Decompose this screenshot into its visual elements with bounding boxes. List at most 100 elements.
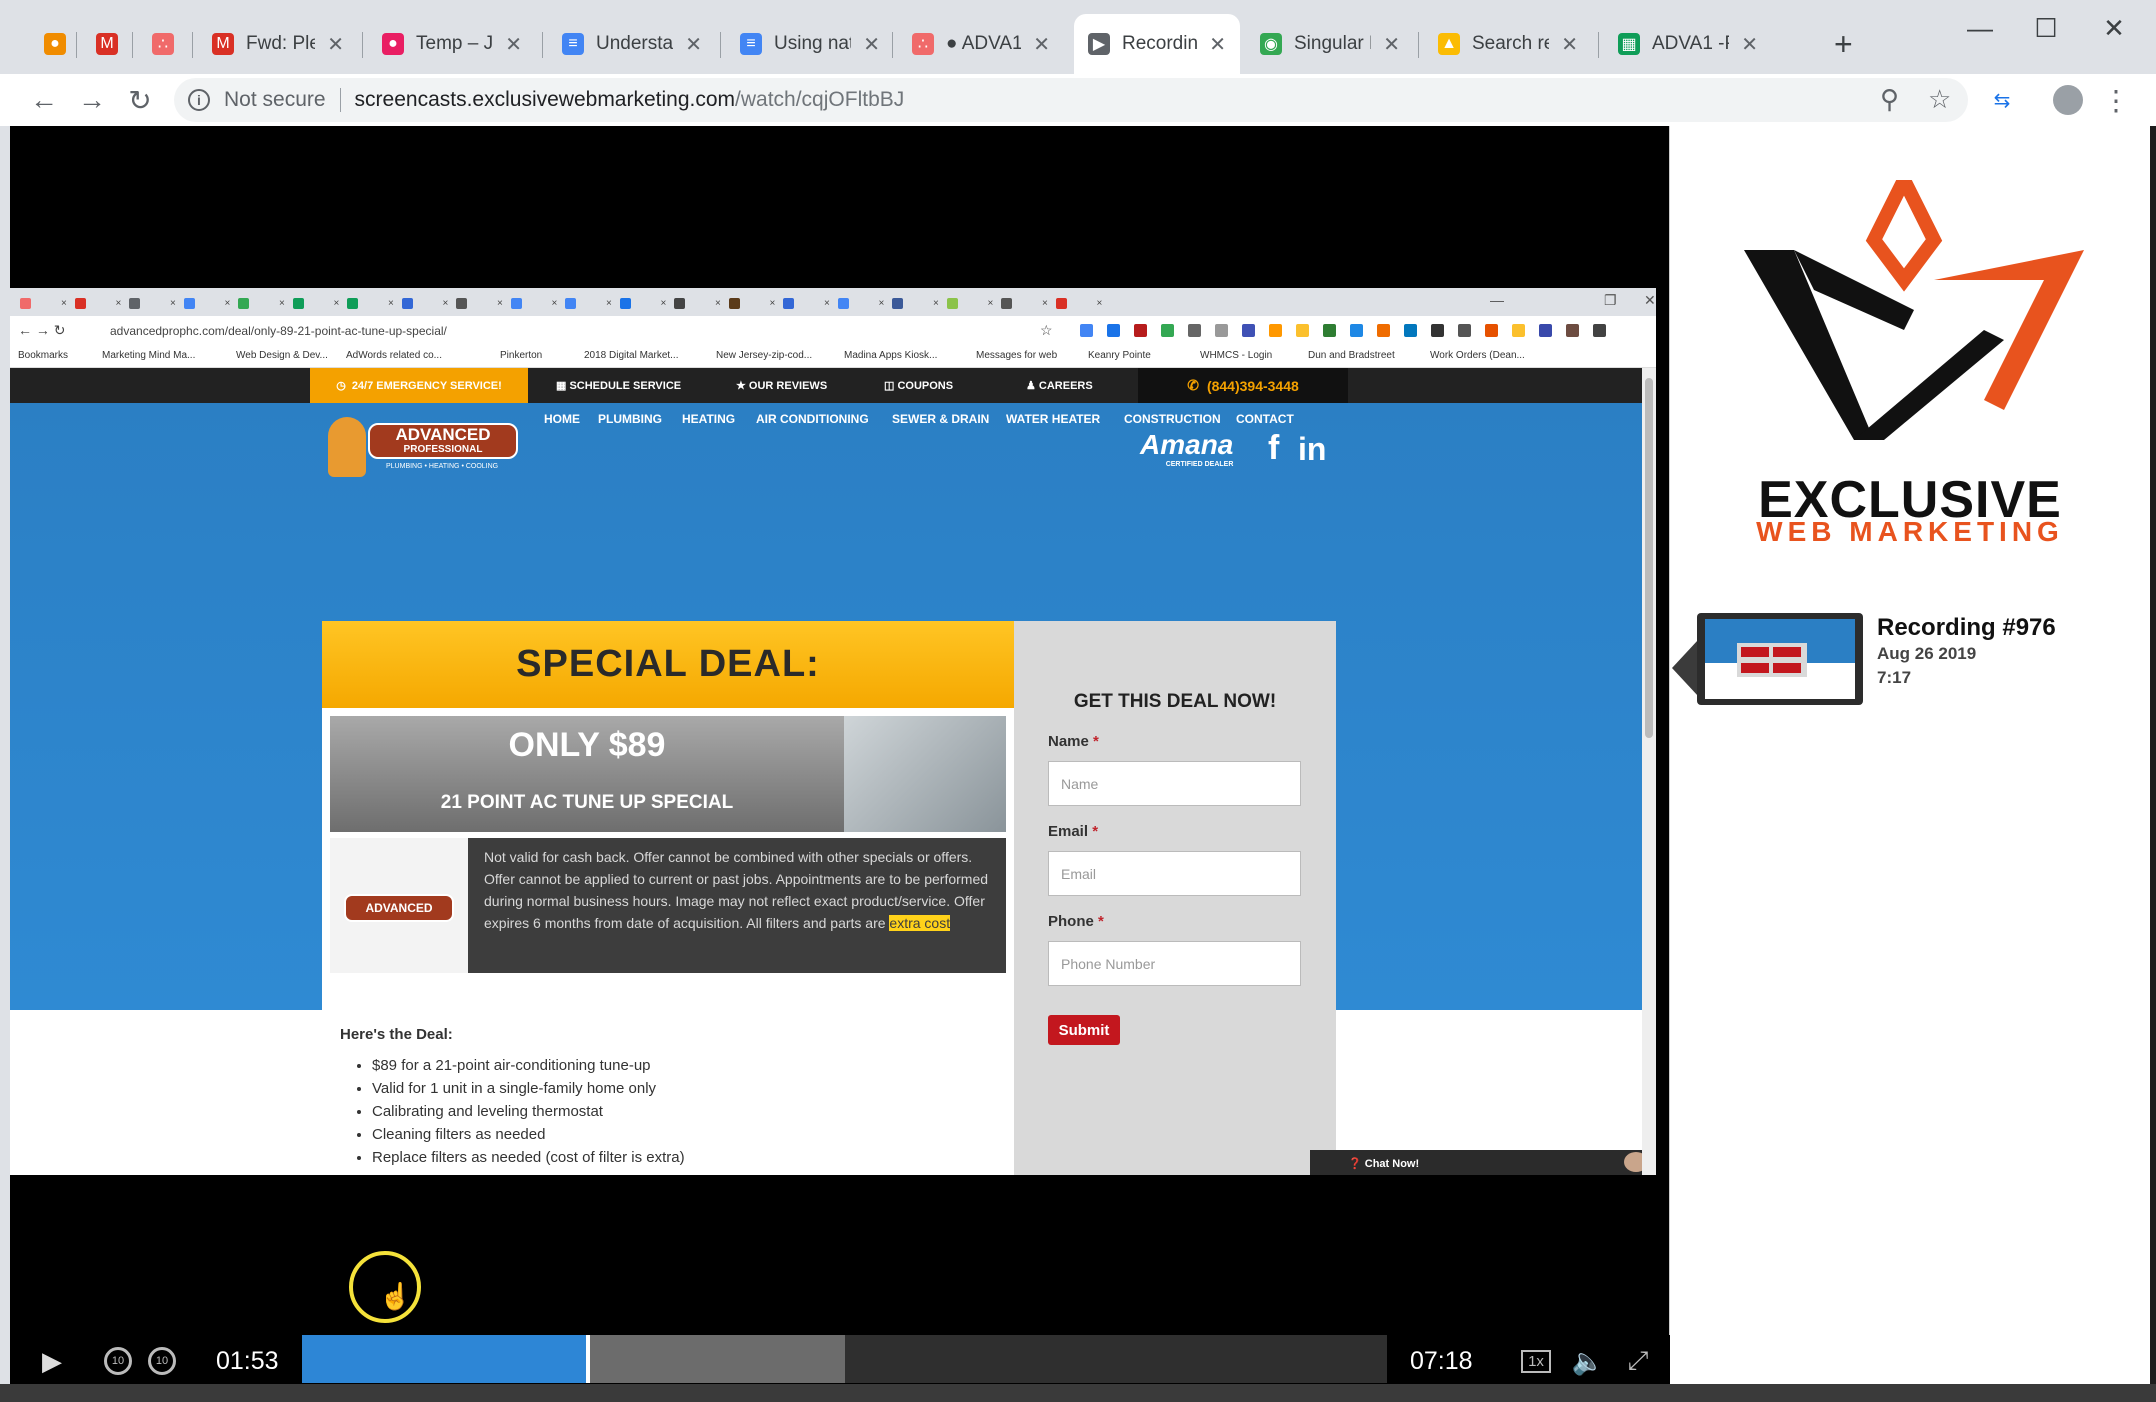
tab-close-icon[interactable]: ✕ — [1561, 32, 1578, 57]
inner-back-icon: ← → ↻ — [18, 322, 66, 338]
inner-extension-icon — [1188, 324, 1201, 337]
video-frame[interactable]: — ❐ ✕ × × × × × × × × × × × × × × × × × × × × ← → ↻ advance… — [10, 288, 1656, 1175]
phone-number: ✆ (844)394-3448 — [1138, 368, 1348, 403]
browser-tab[interactable]: M — [82, 24, 122, 64]
ac-units-image — [844, 716, 1006, 832]
zoom-icon[interactable]: ⚲ — [1880, 84, 1899, 115]
tab-close-icon[interactable]: ✕ — [1209, 32, 1226, 57]
deal-card: SPECIAL DEAL: ONLY $89 21 POINT AC TUNE … — [322, 621, 1014, 1175]
volume-icon[interactable]: 🔈 — [1568, 1341, 1608, 1381]
inner-bookmark: Bookmarks — [18, 350, 69, 361]
new-tab-button[interactable]: + — [1834, 26, 1853, 63]
app-icon: ● — [382, 33, 404, 55]
browser-tab[interactable]: ◉ Singular D ✕ — [1246, 24, 1414, 64]
bookmark-star-icon[interactable]: ☆ — [1928, 84, 1951, 115]
progress-handle[interactable] — [586, 1335, 591, 1383]
reload-icon[interactable]: ↻ — [122, 82, 158, 118]
skip-forward-10-icon[interactable]: 10 — [142, 1341, 182, 1381]
inner-tab: × — [1001, 294, 1048, 312]
fullscreen-icon[interactable]: ⤢ — [1618, 1341, 1658, 1381]
menu-kebab-icon[interactable]: ⋮ — [2098, 82, 2134, 118]
browser-tab[interactable]: ≡ Understan ✕ — [548, 24, 716, 64]
required-mark: * — [1092, 823, 1099, 840]
recording-date: Aug 26 2019 — [1877, 644, 1977, 663]
tab-close-icon[interactable]: ✕ — [1383, 32, 1400, 57]
careers-link: ♟ CAREERS — [1026, 380, 1093, 392]
tab-close-icon[interactable]: ✕ — [863, 32, 880, 57]
inner-extension-icon — [1566, 324, 1579, 337]
logo-stroke-base — [1854, 330, 2004, 440]
tab-close-icon[interactable]: ✕ — [505, 32, 522, 57]
close-window-icon[interactable]: ✕ — [2084, 8, 2144, 48]
browser-tab[interactable]: ≡ Using nati ✕ — [726, 24, 894, 64]
browser-tab[interactable]: M Fwd: Pleas ✕ — [198, 24, 358, 64]
recording-thumbnail[interactable] — [1697, 613, 1863, 705]
browser-tab[interactable]: ▶ Recording ✕ — [1074, 14, 1240, 74]
inner-tab-close-icon: × — [279, 297, 285, 309]
site-nav-item: WATER HEATER — [1006, 412, 1101, 426]
deal-price: ONLY $89 — [508, 726, 666, 764]
inner-extension-icon — [1539, 324, 1552, 337]
site-nav-item: CONTACT — [1236, 412, 1294, 426]
recording-title[interactable]: Recording #976 — [1877, 614, 2056, 642]
current-time: 01:53 — [216, 1347, 279, 1375]
deal-item: $89 for a 21-point air-conditioning tune… — [372, 1054, 685, 1077]
logo-diamond — [1865, 180, 1943, 292]
linkedin-icon: in — [1298, 431, 1327, 467]
inner-bookmark: Madina Apps Kiosk... — [844, 350, 938, 361]
address-host: screencasts.exclusivewebmarketing.com — [354, 88, 736, 111]
inner-close-icon: ✕ — [1644, 292, 1656, 308]
tab-close-icon[interactable]: ✕ — [1741, 32, 1758, 57]
browser-tab[interactable]: ▦ ADVA1 -Pr ✕ — [1604, 24, 1772, 64]
docs-icon: ≡ — [740, 33, 762, 55]
browser-tab[interactable]: ● Temp – Ju ✕ — [368, 24, 536, 64]
inner-tab: × — [892, 294, 939, 312]
site-nav-item: AIR CONDITIONING — [756, 412, 869, 426]
minimize-icon[interactable]: — — [1950, 8, 2010, 48]
address-bar[interactable]: i Not secure screencasts.exclusivewebmar… — [174, 78, 1968, 122]
inner-tab-favicon — [619, 297, 631, 309]
profile-avatar[interactable] — [2050, 82, 2086, 118]
progress-bar[interactable] — [302, 1335, 1387, 1383]
inner-tab-close-icon: × — [824, 297, 830, 309]
speed-button[interactable]: 1x — [1516, 1341, 1556, 1381]
inner-extension-icon — [1161, 324, 1174, 337]
extension-icon[interactable]: ⇆ — [1984, 82, 2020, 118]
address-divider — [339, 88, 341, 112]
tab-close-icon[interactable]: ✕ — [685, 32, 702, 57]
info-icon[interactable]: i — [188, 89, 210, 111]
browser-tab[interactable]: ▲ Search res ✕ — [1424, 24, 1592, 64]
inner-extension-icon — [1242, 324, 1255, 337]
form-title: GET THIS DEAL NOW! — [1073, 691, 1277, 712]
gmail-icon: M — [96, 33, 118, 55]
browser-tab[interactable]: ∴ — [138, 24, 178, 64]
recording-length: 7:17 — [1877, 668, 1912, 687]
browser-tab[interactable]: ● — [30, 24, 70, 64]
inner-extension-icon — [1593, 324, 1606, 337]
inner-tab-favicon — [292, 297, 304, 309]
cursor-hand-icon: ☝ — [379, 1281, 412, 1311]
required-mark: * — [1093, 733, 1099, 750]
play-icon[interactable]: ▶ — [32, 1341, 72, 1381]
back-icon[interactable]: ← — [26, 82, 62, 118]
inner-address-bar: ← → ↻ advancedprophc.com/deal/only-89-21… — [10, 316, 1656, 346]
inner-tab-favicon — [837, 297, 849, 309]
submit-button: Submit — [1048, 1015, 1120, 1045]
inner-restore-icon: ❐ — [1604, 292, 1617, 308]
reviews-label: OUR REVIEWS — [748, 380, 828, 392]
tab-close-icon[interactable]: ✕ — [327, 32, 344, 57]
browser-tab[interactable]: ∴ ● ADVA1 - ✕ — [898, 24, 1064, 64]
tab-close-icon[interactable]: ✕ — [1033, 32, 1050, 57]
inner-tab: × — [565, 294, 612, 312]
duration-time: 07:18 — [1410, 1347, 1473, 1375]
skip-back-10-icon[interactable]: 10 — [98, 1341, 138, 1381]
inner-tab: × — [946, 294, 993, 312]
maximize-icon[interactable]: ☐ — [2016, 8, 2076, 48]
inner-tab-favicon — [129, 297, 140, 309]
inner-tab-close-icon: × — [115, 297, 122, 309]
forward-icon[interactable]: → — [74, 82, 110, 118]
chat-now-widget: ❓ Chat Now! — [1310, 1150, 1656, 1175]
inner-bookmark: Marketing Mind Ma... — [102, 350, 196, 361]
inner-tab-close-icon: × — [333, 297, 340, 309]
required-mark: * — [1098, 913, 1104, 930]
